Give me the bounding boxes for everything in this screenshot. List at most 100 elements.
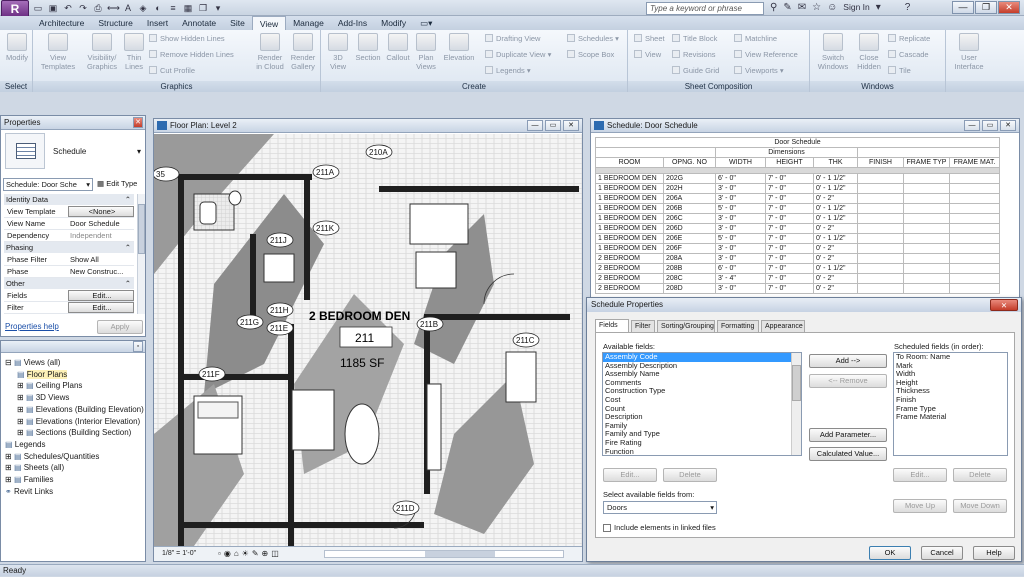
floor-plan-close-button[interactable]: ✕ (563, 120, 579, 131)
column-header[interactable]: FRAME MAT. (949, 157, 1000, 168)
door-tag[interactable]: 210A (365, 144, 393, 160)
table-cell[interactable]: 0' - 1 1/2" (813, 173, 858, 184)
table-cell[interactable] (949, 193, 1000, 204)
property-value[interactable]: Show All (68, 254, 134, 266)
list-item[interactable]: Frame Material (894, 413, 1007, 422)
modify-button[interactable]: Modify (2, 33, 32, 62)
available-edit-button[interactable]: Edit... (603, 468, 657, 482)
table-cell[interactable]: 7' - 0" (765, 233, 814, 244)
expand-toggle-icon[interactable]: ⊞ (17, 417, 26, 426)
schedule-maximize-button[interactable]: ▭ (982, 120, 998, 131)
close-hidden-button[interactable]: Close Hidden (854, 33, 884, 71)
table-row[interactable]: 1 BEDROOM DEN 206A 3' - 0" 7' - 0" 0' - 2" (595, 193, 1000, 204)
table-cell[interactable]: 7' - 0" (765, 273, 814, 284)
properties-help-link[interactable]: Properties help (5, 322, 59, 331)
table-cell[interactable]: 7' - 0" (765, 203, 814, 214)
column-header[interactable]: THK (813, 157, 858, 168)
table-cell[interactable]: 1 BEDROOM DEN (595, 243, 664, 254)
calculated-value-button[interactable]: Calculated Value... (809, 447, 887, 461)
properties-close-button[interactable]: ✕ (133, 117, 143, 128)
tab-architecture[interactable]: Architecture (32, 16, 91, 30)
minimize-button[interactable]: — (952, 1, 974, 14)
apply-button[interactable]: Apply (97, 320, 143, 334)
door-tag[interactable]: 211G (236, 314, 264, 330)
table-cell[interactable] (903, 253, 950, 264)
view-reference-button[interactable]: View Reference (734, 50, 798, 60)
plan-views-button[interactable]: Plan Views (413, 33, 439, 71)
collapse-icon[interactable]: ⌃ (125, 194, 131, 205)
table-cell[interactable]: 208C (663, 273, 716, 284)
contextual-tab-dropdown[interactable]: ▭▾ (413, 16, 439, 30)
table-row[interactable]: 2 BEDROOM 208B 6' - 0" 7' - 0" 0' - 1 1/2" (595, 263, 1000, 274)
cut-profile-button[interactable]: Cut Profile (149, 66, 195, 76)
restore-button[interactable]: ❐ (975, 1, 997, 14)
view-button[interactable]: View (634, 50, 661, 60)
expand-toggle-icon[interactable]: ⊞ (5, 452, 14, 461)
undo-icon[interactable]: ↶ (62, 2, 74, 14)
door-tag[interactable]: 211J (266, 232, 294, 248)
table-cell[interactable]: 1 BEDROOM DEN (595, 193, 664, 204)
user-icon[interactable]: ☺ (827, 2, 837, 13)
expand-toggle-icon[interactable]: ⊞ (17, 405, 26, 414)
table-row[interactable]: 1 BEDROOM DEN 202G 6' - 0" 7' - 0" 0' - 1 1/… (595, 173, 1000, 184)
tab-annotate[interactable]: Annotate (175, 16, 223, 30)
table-cell[interactable]: 206D (663, 223, 716, 234)
browser-item-floor-plans[interactable]: ▤ Floor Plans (17, 369, 68, 380)
table-cell[interactable] (949, 183, 1000, 194)
table-cell[interactable]: 7' - 0" (765, 223, 814, 234)
door-tag[interactable]: 211F (198, 366, 226, 382)
column-header[interactable]: FRAME TYP (903, 157, 950, 168)
property-value[interactable]: Edit... (68, 290, 134, 301)
table-cell[interactable]: 7' - 0" (765, 283, 814, 294)
table-cell[interactable] (903, 273, 950, 284)
table-cell[interactable]: 1 BEDROOM DEN (595, 213, 664, 224)
browser-item-families[interactable]: ⊞ ▤ Families (5, 474, 54, 485)
scheduled-fields-list[interactable]: To Room: Name Mark Width Height Thickness Fin… (893, 352, 1008, 456)
dialog-close-button[interactable]: ✕ (990, 299, 1018, 311)
table-cell[interactable] (857, 273, 904, 284)
table-cell[interactable] (949, 273, 1000, 284)
table-cell[interactable]: 3' - 0" (715, 193, 766, 204)
table-cell[interactable]: 0' - 2" (813, 193, 858, 204)
table-cell[interactable]: 206B (663, 203, 716, 214)
text-icon[interactable]: A (122, 2, 134, 14)
title-block-button[interactable]: Title Block (672, 34, 717, 44)
floor-plan-minimize-button[interactable]: — (527, 120, 543, 131)
door-tag[interactable]: 211H (266, 302, 294, 318)
browser-item-ceiling-plans[interactable]: ⊞ ▤ Ceiling Plans (17, 380, 82, 391)
table-cell[interactable]: 7' - 0" (765, 243, 814, 254)
favorites-icon[interactable]: ☆ (812, 2, 821, 13)
project-browser-close-button[interactable]: ▫ (133, 341, 143, 352)
include-linked-checkbox[interactable] (603, 524, 611, 532)
door-tag[interactable]: 35 (154, 166, 180, 182)
replicate-button[interactable]: Replicate (888, 34, 930, 44)
table-cell[interactable]: 208B (663, 263, 716, 274)
group-identity-data[interactable]: Identity Data ⌃ (4, 194, 134, 205)
chevron-down-icon[interactable]: ▾ (876, 2, 881, 13)
list-item[interactable]: Description (603, 413, 801, 422)
table-cell[interactable]: 2 BEDROOM (595, 273, 664, 284)
room-number-tag[interactable]: 211 (355, 331, 374, 345)
table-cell[interactable]: 0' - 2" (813, 273, 858, 284)
move-down-button[interactable]: Move Down (953, 499, 1007, 513)
table-cell[interactable]: 208A (663, 253, 716, 264)
browser-item-elevations-building-elevation[interactable]: ⊞ ▤ Elevations (Building Elevation) (17, 404, 144, 415)
table-cell[interactable]: 0' - 2" (813, 243, 858, 254)
tab-modify[interactable]: Modify (374, 16, 413, 30)
available-delete-button[interactable]: Delete (663, 468, 717, 482)
table-cell[interactable] (857, 243, 904, 254)
door-tag[interactable]: 211K (312, 220, 340, 236)
property-value[interactable]: Door Schedule (68, 218, 134, 230)
matchline-button[interactable]: Matchline (734, 34, 777, 44)
table-cell[interactable] (857, 233, 904, 244)
table-cell[interactable] (903, 233, 950, 244)
floor-plan-maximize-button[interactable]: ▭ (545, 120, 561, 131)
table-cell[interactable]: 3' - 0" (715, 223, 766, 234)
group-other[interactable]: Other ⌃ (4, 278, 134, 289)
expand-toggle-icon[interactable]: ⊞ (17, 381, 26, 390)
table-cell[interactable] (903, 173, 950, 184)
table-cell[interactable]: 5' - 0" (715, 233, 766, 244)
tab-view[interactable]: View (251, 16, 287, 30)
ok-button[interactable]: OK (869, 546, 911, 560)
cascade-button[interactable]: Cascade (888, 50, 929, 60)
